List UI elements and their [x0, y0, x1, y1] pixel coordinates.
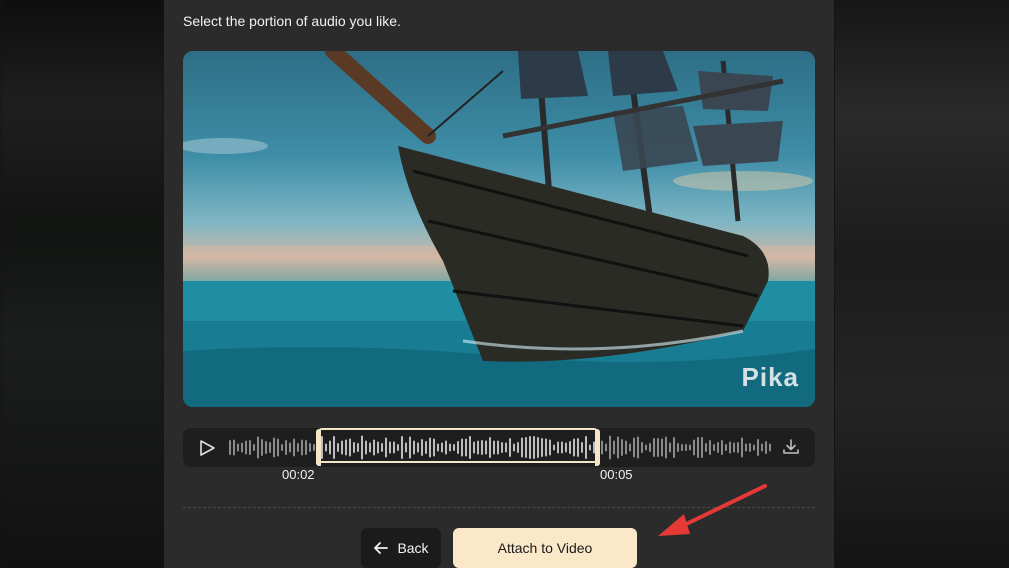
waveform-bar	[637, 436, 639, 459]
waveform-bar	[273, 437, 275, 458]
back-button[interactable]: Back	[361, 528, 441, 568]
play-icon[interactable]	[197, 438, 217, 458]
selection-end-time: 00:05	[600, 467, 633, 482]
waveform-bar	[749, 443, 751, 452]
waveform-bar	[601, 440, 603, 455]
waveform-bar	[309, 443, 311, 452]
waveform-bar	[717, 442, 719, 453]
waveform-bar	[737, 442, 739, 453]
waveform-bar	[765, 441, 767, 454]
waveform-bar	[625, 440, 627, 455]
waveform-bar	[633, 437, 635, 458]
waveform-bar	[641, 442, 643, 453]
waveform-bar	[269, 442, 271, 453]
waveform-bar	[685, 444, 687, 451]
waveform-bar	[241, 442, 243, 453]
ship-illustration	[183, 51, 815, 407]
waveform-bar	[249, 440, 251, 455]
waveform-bar	[701, 437, 703, 458]
selection-end-handle[interactable]	[595, 429, 600, 466]
audio-trimmer	[183, 428, 815, 467]
attach-to-video-button[interactable]: Attach to Video	[453, 528, 637, 568]
waveform-bar	[305, 440, 307, 455]
waveform-bar	[301, 439, 303, 456]
waveform-bar	[729, 441, 731, 454]
waveform-bar	[237, 443, 239, 452]
download-icon[interactable]	[781, 437, 801, 457]
waveform-bar	[661, 438, 663, 457]
waveform-bar	[769, 443, 771, 452]
waveform-bar	[257, 436, 259, 459]
waveform-bar	[725, 444, 727, 451]
pika-watermark: Pika	[741, 362, 799, 392]
waveform-bar	[681, 444, 683, 451]
waveform-bar	[297, 443, 299, 452]
waveform-bar	[261, 439, 263, 456]
waveform-bar	[289, 442, 291, 453]
waveform-bar	[285, 440, 287, 455]
waveform-bar	[677, 443, 679, 452]
selection-start-time: 00:02	[282, 467, 315, 482]
waveform-bar	[277, 438, 279, 457]
waveform-bar	[605, 443, 607, 452]
waveform-bar	[741, 437, 743, 458]
dialog-prompt: Select the portion of audio you like.	[183, 13, 401, 29]
waveform-bar	[761, 443, 763, 452]
waveform-bar	[705, 443, 707, 452]
waveform-bar	[649, 443, 651, 452]
video-preview[interactable]: Pika	[183, 51, 815, 407]
attach-button-label: Attach to Video	[497, 540, 593, 556]
waveform-bar	[673, 437, 675, 458]
waveform-bar	[229, 440, 231, 455]
arrow-left-icon	[374, 542, 389, 554]
waveform-bar	[253, 444, 255, 451]
waveform-bar	[709, 440, 711, 455]
waveform-bar	[657, 438, 659, 457]
selection-start-handle[interactable]	[316, 429, 321, 466]
waveform-bar	[733, 442, 735, 453]
waveform-bar	[753, 444, 755, 451]
waveform-bar	[757, 439, 759, 456]
waveform-bar	[609, 435, 611, 460]
waveform-bar	[617, 436, 619, 459]
waveform-bar	[669, 442, 671, 453]
waveform-bar	[281, 444, 283, 451]
waveform-bar	[693, 439, 695, 456]
background-left-panel	[0, 0, 164, 568]
waveform-bar	[665, 436, 667, 459]
waveform-bar	[621, 439, 623, 456]
waveform-bar	[653, 438, 655, 457]
waveform-bar	[293, 438, 295, 457]
waveform-bar	[245, 440, 247, 455]
waveform-bar	[745, 443, 747, 452]
waveform-bar	[313, 444, 315, 451]
waveform-bar	[645, 444, 647, 451]
waveform-bar	[713, 444, 715, 451]
waveform-bar	[721, 440, 723, 455]
waveform-bar	[629, 443, 631, 452]
waveform-bar	[613, 440, 615, 455]
waveform-bar	[689, 444, 691, 451]
red-arrow-annotation	[658, 484, 767, 536]
audio-selection-range[interactable]	[316, 428, 600, 466]
waveform-bar	[697, 437, 699, 458]
back-button-label: Back	[397, 540, 429, 556]
waveform-bar	[233, 439, 235, 456]
waveform-bar	[265, 441, 267, 454]
background-right-panel	[835, 0, 1009, 568]
